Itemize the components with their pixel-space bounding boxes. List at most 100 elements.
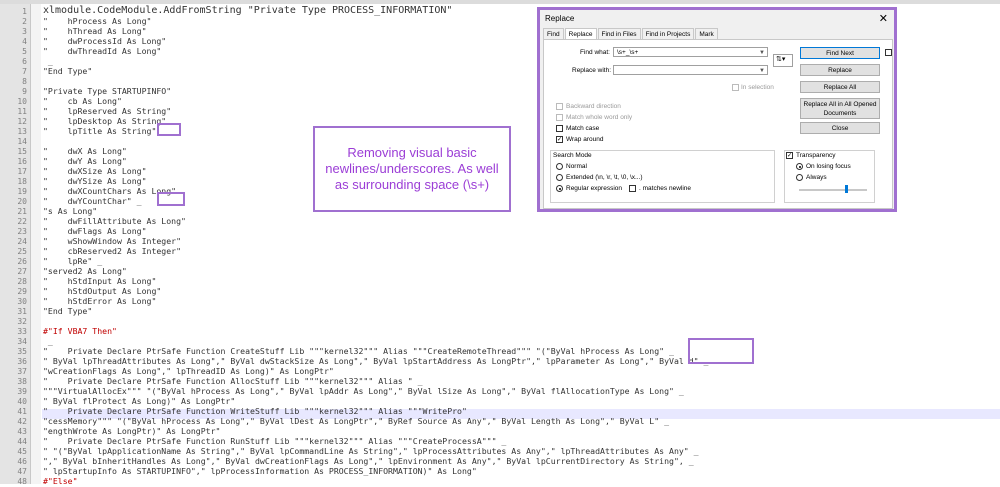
- line-number: 46: [17, 457, 27, 466]
- code-line[interactable]: "End Type": [43, 306, 92, 316]
- code-line[interactable]: " dwXSize As Long": [43, 166, 147, 176]
- code-line[interactable]: _: [43, 336, 53, 346]
- find-what-input[interactable]: \s+_\s+ ▼: [613, 47, 768, 57]
- find-next-button[interactable]: Find Next: [800, 47, 880, 59]
- code-line[interactable]: " Private Declare PtrSafe Function Creat…: [43, 346, 674, 356]
- whole-word-label: Match whole word only: [566, 114, 633, 121]
- line-number: 47: [17, 467, 27, 476]
- code-line[interactable]: #"If VBA7 Then": [43, 326, 117, 336]
- line-number: 20: [17, 197, 27, 206]
- match-case-checkbox[interactable]: [556, 125, 563, 132]
- code-line[interactable]: " "("ByVal lpApplicationName As String",…: [43, 446, 699, 456]
- code-line[interactable]: " dwYSize As Long": [43, 176, 147, 186]
- backward-direction-label: Backward direction: [566, 103, 621, 110]
- line-number: 39: [17, 387, 27, 396]
- regex-radio[interactable]: [556, 185, 563, 192]
- line-number: 16: [17, 157, 27, 166]
- code-line[interactable]: " hProcess As Long": [43, 16, 151, 26]
- line-number: 44: [17, 437, 27, 446]
- find-next-checkbox[interactable]: [885, 49, 892, 56]
- matches-newline-checkbox[interactable]: [629, 185, 636, 192]
- line-number: 36: [17, 357, 27, 366]
- code-line[interactable]: "wCreationFlags As Long"," lpThreadID As…: [43, 366, 334, 376]
- code-line[interactable]: "engthWrote As LongPtr)" As LongPtr": [43, 426, 220, 436]
- in-selection-checkbox[interactable]: [732, 84, 739, 91]
- line-number: 19: [17, 187, 27, 196]
- line-number: 40: [17, 397, 27, 406]
- code-line[interactable]: " dwThreadId As Long": [43, 46, 161, 56]
- code-line[interactable]: " dwProcessId As Long": [43, 36, 166, 46]
- wrap-around-checkbox[interactable]: ✓: [556, 136, 563, 143]
- line-number: 27: [17, 267, 27, 276]
- replace-all-button[interactable]: Replace All: [800, 81, 880, 93]
- code-line[interactable]: xlmodule.CodeModule.AddFromString "Priva…: [43, 6, 452, 16]
- line-number: 29: [17, 287, 27, 296]
- normal-radio[interactable]: [556, 163, 563, 170]
- code-line[interactable]: " dwX As Long": [43, 146, 127, 156]
- line-number: 45: [17, 447, 27, 456]
- code-line[interactable]: " lpReserved As String": [43, 106, 171, 116]
- code-line[interactable]: " hThread As Long": [43, 26, 147, 36]
- line-number: 9: [22, 87, 27, 96]
- code-line[interactable]: "cessMemory""" "("ByVal hProcess As Long…: [43, 416, 669, 426]
- transparency-slider-track[interactable]: [799, 189, 867, 191]
- line-number: 28: [17, 277, 27, 286]
- code-line[interactable]: " ByVal flProtect As Long)" As LongPtr": [43, 396, 235, 406]
- code-line[interactable]: " dwFillAttribute As Long": [43, 216, 186, 226]
- code-line[interactable]: " cbReserved2 As Integer": [43, 246, 181, 256]
- line-number: 4: [22, 37, 27, 46]
- transparency-slider-thumb[interactable]: [845, 185, 848, 193]
- replace-all-open-docs-button[interactable]: Replace All in All Opened Documents: [800, 98, 880, 119]
- line-number: 32: [17, 317, 27, 326]
- code-line[interactable]: "Private Type STARTUPINFO": [43, 86, 171, 96]
- line-number: 13: [17, 127, 27, 136]
- chevron-down-icon: ▼: [759, 68, 765, 74]
- line-number: 31: [17, 307, 27, 316]
- swap-direction-button[interactable]: ⇅▾: [773, 54, 793, 67]
- on-losing-focus-radio[interactable]: [796, 163, 803, 170]
- code-line[interactable]: " hStdError As Long": [43, 296, 156, 306]
- code-line[interactable]: "End Type": [43, 66, 92, 76]
- code-line[interactable]: "s As Long": [43, 206, 97, 216]
- code-line[interactable]: #"Else": [43, 476, 78, 486]
- find-what-value: \s+_\s+: [617, 49, 639, 56]
- code-line[interactable]: "," ByVal bInheritHandles As Long"," ByV…: [43, 456, 694, 466]
- code-line[interactable]: " Private Declare PtrSafe Function RunSt…: [43, 436, 506, 446]
- code-line[interactable]: " ByVal lpThreadAttributes As Long"," By…: [43, 356, 708, 366]
- close-icon[interactable]: ✕: [879, 12, 888, 25]
- tab-bar-strip: [0, 0, 1000, 4]
- line-number: 2: [22, 17, 27, 26]
- line-number: 23: [17, 227, 27, 236]
- code-line[interactable]: " lpRe" _: [43, 256, 102, 266]
- whole-word-checkbox[interactable]: [556, 114, 563, 121]
- code-line[interactable]: " hStdInput As Long": [43, 276, 156, 286]
- line-number: 24: [17, 237, 27, 246]
- code-line[interactable]: " Private Declare PtrSafe Function Write…: [43, 406, 477, 416]
- replace-with-input[interactable]: ▼: [613, 65, 768, 75]
- code-line[interactable]: " lpDesktop As String": [43, 116, 166, 126]
- always-label: Always: [806, 174, 827, 181]
- line-number: 33: [17, 327, 27, 336]
- code-line[interactable]: " dwYCountChar" _: [43, 196, 142, 206]
- code-line[interactable]: " hStdOutput As Long": [43, 286, 161, 296]
- code-line[interactable]: " lpTitle As String" _: [43, 126, 171, 136]
- code-line[interactable]: "served2 As Long": [43, 266, 127, 276]
- close-button[interactable]: Close: [800, 122, 880, 134]
- extended-radio[interactable]: [556, 174, 563, 181]
- line-number: 6: [22, 57, 27, 66]
- code-line[interactable]: _: [43, 56, 53, 66]
- code-line[interactable]: " dwFlags As Long": [43, 226, 147, 236]
- backward-direction-checkbox[interactable]: [556, 103, 563, 110]
- search-mode-title: Search Mode: [553, 152, 592, 159]
- transparency-checkbox[interactable]: ✓: [786, 152, 793, 159]
- code-line[interactable]: " dwY As Long": [43, 156, 127, 166]
- code-line[interactable]: " cb As Long": [43, 96, 122, 106]
- code-line[interactable]: " lpStartupInfo As STARTUPINFO"," lpProc…: [43, 466, 477, 476]
- code-line[interactable]: """VirtualAllocEx""" "("ByVal hProcess A…: [43, 386, 684, 396]
- replace-dialog[interactable]: Replace ✕ Find Replace Find in Files Fin…: [537, 7, 897, 212]
- replace-button[interactable]: Replace: [800, 64, 880, 76]
- always-radio[interactable]: [796, 174, 803, 181]
- code-line[interactable]: " wShowWindow As Integer": [43, 236, 181, 246]
- find-what-label: Find what:: [580, 49, 610, 56]
- code-line[interactable]: " Private Declare PtrSafe Function Alloc…: [43, 376, 423, 386]
